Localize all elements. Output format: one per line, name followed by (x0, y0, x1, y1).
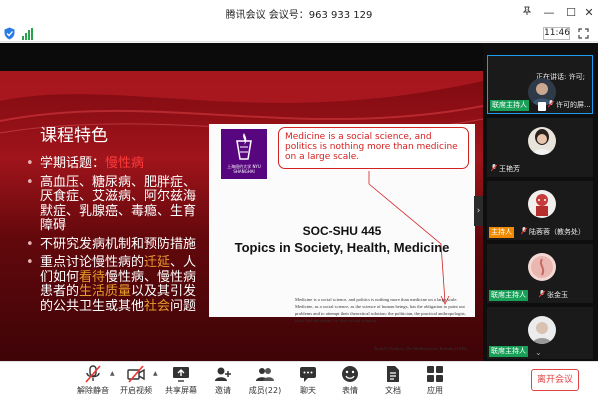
members-label: 成员(22) (248, 386, 282, 395)
quote-source: Rudolf Virchow, Die Medizinische Reform … (374, 346, 467, 351)
host-badge: 联席主持人 (489, 346, 528, 357)
avatar (528, 127, 556, 155)
panel-scroll-down-icon[interactable]: ⌄ (535, 348, 542, 357)
meeting-toolbar: 解除静音 ▲ 开启视频 ▲ 共享屏幕 邀请 成员(22) 聊天 表情 文档 应用 (0, 361, 598, 401)
mic-muted-icon (548, 100, 554, 108)
bullet-text: 生活质量 (79, 284, 132, 299)
security-shield-icon[interactable] (4, 27, 15, 40)
participant-tile[interactable]: 联席主持人 张金玉 (487, 244, 593, 303)
participant-name: 王艳芳 (499, 165, 520, 173)
bullet-text: 迁延 (144, 255, 171, 270)
screen-share-icon (538, 102, 546, 111)
bullet-text: 重点讨论慢性病的 (40, 255, 145, 270)
slide-document-image: 上海纽约大学 NYU SHANGHAI Medicine is a social… (209, 124, 475, 351)
maximize-icon[interactable]: ☐ (562, 4, 580, 22)
participant-tile[interactable]: 主持人 陆蓉蓉（教务处） (487, 181, 593, 240)
participant-name: 陆蓉蓉（教务处） (529, 228, 585, 236)
slide-bullet: 高血压、糖尿病、肥胖症、厌食症、艾滋病、阿尔兹海默症、乳腺癌、毒瘾、生育障碍 (26, 174, 204, 234)
bullet-text: 不研究发病机制和预防措施 (40, 236, 197, 252)
title-bar: 腾讯会议 会议号：963 933 129 — ☐ ✕ (0, 0, 598, 26)
network-signal-icon[interactable] (22, 28, 34, 40)
invite-button[interactable]: 邀请 (200, 365, 246, 401)
avatar (528, 253, 556, 281)
fullscreen-icon[interactable] (578, 28, 589, 39)
camera-off-icon (127, 365, 145, 383)
mic-muted-icon (539, 290, 545, 298)
apps-label: 应用 (427, 386, 443, 395)
meeting-time: 11:46 (543, 27, 570, 40)
chat-label: 聊天 (300, 386, 316, 395)
participant-tile[interactable]: 王艳芳 (487, 118, 593, 177)
presentation-slide: 课程特色 学期话题：慢性病高血压、糖尿病、肥胖症、厌食症、艾滋病、阿尔兹海默症、… (0, 71, 483, 361)
avatar (528, 316, 556, 344)
bullet-text: 问题 (170, 298, 197, 314)
leave-meeting-button[interactable]: 离开会议 (531, 369, 579, 391)
apps-button[interactable]: 应用 (412, 365, 458, 401)
mic-muted-icon (491, 164, 497, 172)
documents-label: 文档 (385, 386, 401, 395)
bullet-text: 慢性病 (105, 156, 145, 171)
bullet-text: 高血压、糖尿病、肥胖症、厌食症、艾滋病、阿尔兹海默症、乳腺癌、毒瘾、生育障碍 (40, 174, 197, 233)
slide-title: 课程特色 (40, 126, 108, 146)
share-screen-button[interactable]: 共享屏幕 (158, 365, 204, 401)
chat-icon (300, 367, 316, 382)
video-options-chevron-icon[interactable]: ▲ (153, 370, 158, 377)
bullet-text: 看待 (79, 269, 106, 285)
mic-muted-icon (521, 227, 527, 235)
slide-bullet: 学期话题：慢性病 (26, 156, 204, 172)
unmute-label: 解除静音 (77, 386, 109, 395)
share-screen-icon (173, 367, 189, 382)
participant-tile[interactable]: 正在讲话: 许可; 联席主持人 许可的屏... (487, 55, 593, 114)
slide-bullet: 重点讨论慢性病的迁延、人们如何看待慢性病、慢性病患者的生活质量以及其引发的公共卫… (26, 255, 204, 314)
mic-muted-icon (85, 365, 101, 383)
window-title: 腾讯会议 会议号：963 933 129 (225, 10, 373, 21)
documents-button[interactable]: 文档 (370, 365, 416, 401)
slide-bullet: 不研究发病机制和预防措施 (26, 236, 204, 253)
status-bar: 11:46 (0, 26, 598, 42)
bullet-text: 社会 (144, 298, 171, 314)
share-screen-label: 共享屏幕 (165, 386, 197, 395)
reactions-label: 表情 (342, 386, 358, 395)
participant-name: 许可的屏... (556, 101, 591, 109)
reactions-button[interactable]: 表情 (327, 365, 373, 401)
apps-grid-icon (427, 366, 443, 382)
callout-arrow (368, 171, 450, 305)
host-badge: 联席主持人 (490, 100, 529, 111)
invite-label: 邀请 (215, 386, 231, 395)
start-video-label: 开启视频 (120, 386, 152, 395)
participant-panel: 正在讲话: 许可; 联席主持人 许可的屏... 王艳芳 主持人 陆蓉蓉（教务处）… (483, 43, 598, 361)
close-icon[interactable]: ✕ (580, 4, 598, 22)
slide-bullet-list: 学期话题：慢性病高血压、糖尿病、肥胖症、厌食症、艾滋病、阿尔兹海默症、乳腺癌、毒… (26, 156, 204, 318)
invite-user-icon (215, 367, 231, 381)
participant-name: 张金玉 (547, 291, 568, 299)
virchow-quote: Medicine is a social science, and politi… (295, 297, 466, 323)
chat-button[interactable]: 聊天 (285, 365, 331, 401)
host-badge: 联席主持人 (489, 290, 528, 301)
emoji-icon (342, 366, 358, 382)
members-button[interactable]: 成员(22) (242, 365, 288, 401)
pin-icon[interactable] (518, 4, 536, 22)
minimize-icon[interactable]: — (540, 4, 558, 22)
shared-screen: 课程特色 学期话题：慢性病高血压、糖尿病、肥胖症、厌食症、艾滋病、阿尔兹海默症、… (0, 43, 483, 361)
bullet-text: 学期话题： (40, 156, 106, 171)
host-badge: 主持人 (489, 227, 514, 238)
document-icon (387, 366, 399, 382)
collapse-panel-handle[interactable]: › (474, 196, 483, 226)
members-icon (256, 368, 274, 381)
avatar (528, 190, 556, 218)
